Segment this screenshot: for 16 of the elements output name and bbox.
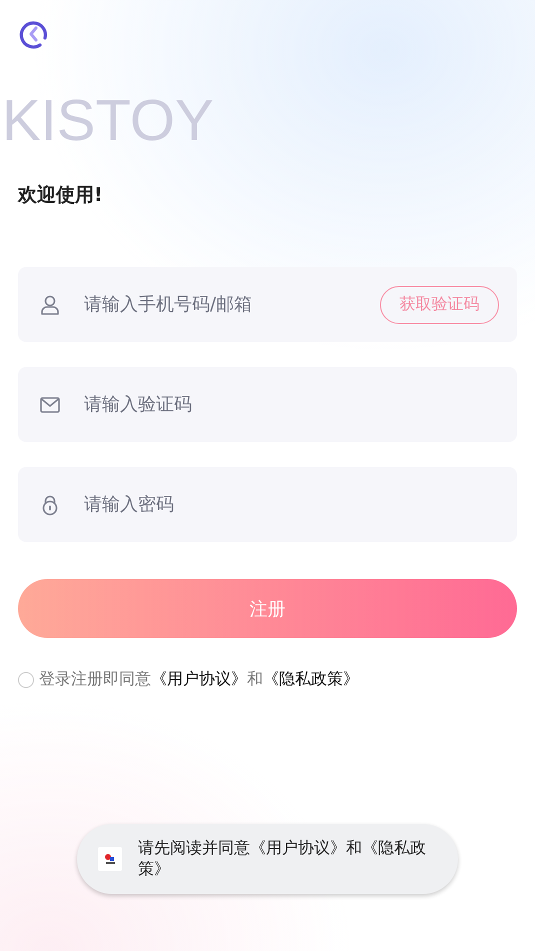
toast-message: 请先阅读并同意《用户协议》和《隐私政策》 xyxy=(138,838,427,880)
privacy-policy-link[interactable]: 《隐私政策》 xyxy=(263,669,359,688)
user-icon xyxy=(39,294,61,316)
input-field[interactable]: 请输入密码 xyxy=(18,467,517,542)
user-agreement-link[interactable]: 《用户协议》 xyxy=(151,669,247,688)
input-field[interactable]: 请输入验证码 xyxy=(18,367,517,442)
input-field[interactable]: 请输入手机号码/邮箱 获取验证码 xyxy=(18,267,517,342)
agree-checkbox[interactable] xyxy=(18,672,34,688)
register-button[interactable]: 注册 xyxy=(18,579,517,638)
app-icon xyxy=(98,847,122,871)
text-input[interactable]: 请输入手机号码/邮箱 xyxy=(82,293,380,316)
get-code-button[interactable]: 获取验证码 xyxy=(380,286,499,324)
text-input[interactable]: 请输入验证码 xyxy=(82,393,499,416)
agreement-text: 登录注册即同意《用户协议》和《隐私政策》 xyxy=(39,669,359,690)
welcome-heading: 欢迎使用! xyxy=(18,183,104,208)
text-input[interactable]: 请输入密码 xyxy=(82,493,499,516)
